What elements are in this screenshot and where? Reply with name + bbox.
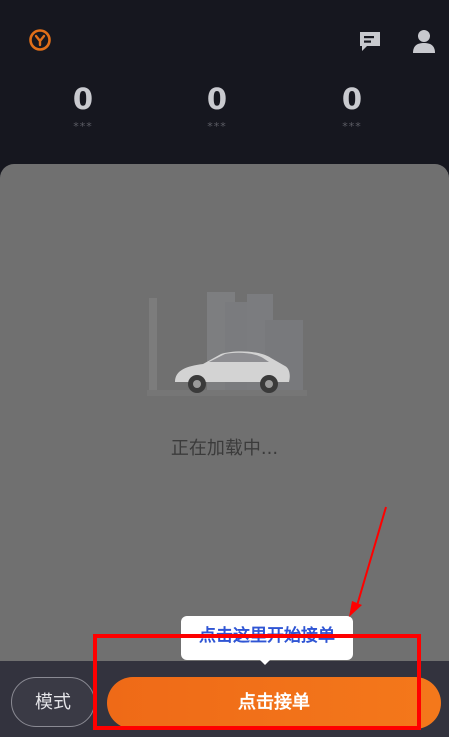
message-icon[interactable] bbox=[358, 30, 382, 52]
stat-3-value: 0 bbox=[341, 82, 363, 116]
top-bar: 0 *** 0 *** 0 *** bbox=[0, 0, 449, 165]
stat-3-label: *** bbox=[342, 120, 362, 133]
stat-2-label: *** bbox=[207, 120, 227, 133]
stat-2-value: 0 bbox=[206, 82, 228, 116]
highlight-box bbox=[93, 634, 421, 730]
stat-2: 0 *** bbox=[172, 82, 262, 134]
stat-1-label: *** bbox=[73, 120, 93, 133]
logo-icon[interactable] bbox=[28, 28, 52, 52]
user-icon[interactable] bbox=[412, 28, 436, 54]
stat-1: 0 *** bbox=[38, 82, 128, 134]
stat-1-value: 0 bbox=[72, 82, 94, 116]
car-city-illustration bbox=[147, 292, 307, 396]
annotation-arrow-icon bbox=[349, 506, 387, 617]
loading-text: 正在加载中... bbox=[170, 438, 279, 459]
mode-button[interactable]: 模式 bbox=[11, 677, 95, 727]
stat-3: 0 *** bbox=[307, 82, 397, 134]
